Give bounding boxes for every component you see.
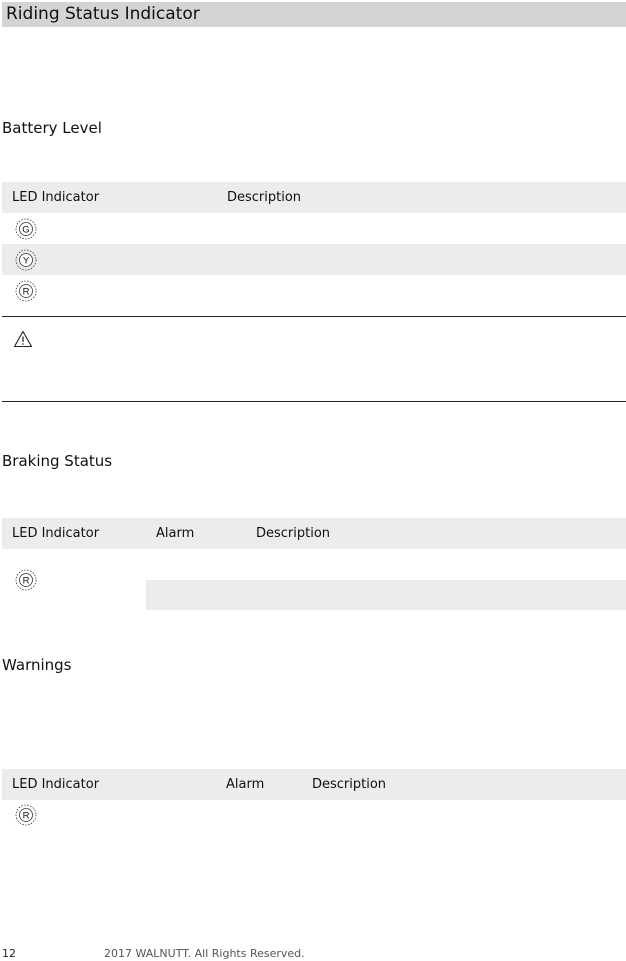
braking-col-alarm: Alarm [156, 526, 195, 541]
battery-level-heading: Battery Level [2, 119, 102, 137]
battery-row-red: R [2, 275, 626, 306]
green-led-icon: G [15, 218, 37, 240]
braking-table-header: LED Indicator Alarm Description [2, 518, 626, 549]
battery-col-led: LED Indicator [12, 190, 100, 205]
red-led-letter: R [23, 287, 30, 298]
braking-shaded-row [146, 580, 626, 610]
battery-row-green: G [2, 213, 626, 244]
yellow-led-icon: Y [15, 249, 37, 271]
battery-col-description: Description [227, 190, 302, 205]
note-bottom-divider [2, 401, 626, 402]
braking-col-led: LED Indicator [12, 526, 100, 541]
braking-col-description: Description [256, 526, 331, 541]
warnings-led-letter: R [23, 811, 30, 822]
battery-table-header: LED Indicator Description [2, 182, 626, 213]
warnings-col-led: LED Indicator [12, 777, 100, 792]
battery-row-yellow: Y [2, 244, 626, 275]
green-led-letter: G [22, 225, 29, 236]
red-led-icon: R [15, 280, 37, 302]
warnings-red-led-icon: R [15, 804, 37, 826]
warnings-col-description: Description [312, 777, 387, 792]
warning-triangle-icon [13, 330, 33, 348]
warnings-table-header: LED Indicator Alarm Description [2, 769, 626, 800]
braking-red-led-icon: R [15, 569, 37, 591]
braking-led-letter: R [23, 576, 30, 587]
note-top-divider [2, 316, 626, 317]
yellow-led-letter: Y [23, 256, 30, 267]
warnings-heading: Warnings [2, 656, 72, 674]
warnings-col-alarm: Alarm [226, 777, 265, 792]
copyright-text: 2017 WALNUTT. All Rights Reserved. [104, 947, 305, 960]
page-number: 12 [2, 947, 16, 960]
braking-status-heading: Braking Status [2, 452, 113, 470]
page-title: Riding Status Indicator [2, 2, 626, 27]
